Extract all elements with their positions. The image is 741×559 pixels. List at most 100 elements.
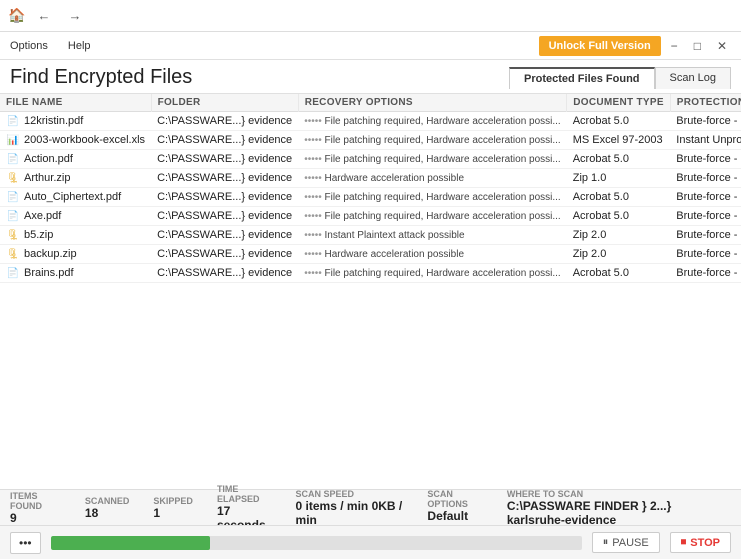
pause-button[interactable]: ⏸ PAUSE <box>592 532 660 553</box>
filename-text: Brains.pdf <box>24 267 74 279</box>
cell-filename: 🗜 b5.zip <box>0 226 151 245</box>
recovery-text: File patching required, Hardware acceler… <box>324 192 560 203</box>
home-icon[interactable]: 🏠 <box>8 7 25 24</box>
file-type-icon: 📄 <box>6 266 20 280</box>
col-header-protection: PROTECTION <box>670 94 741 112</box>
recovery-text: File patching required, Hardware acceler… <box>324 211 560 222</box>
tab-protected-files-found[interactable]: Protected Files Found <box>509 67 655 89</box>
file-type-icon: 🗜 <box>6 247 20 261</box>
scan-speed-label: SCAN SPEED <box>296 489 355 499</box>
back-button[interactable]: ← <box>31 5 56 26</box>
cell-folder: C:\PASSWARE...} evidence <box>151 169 298 188</box>
cell-filename: 📄 Auto_Ciphertext.pdf <box>0 188 151 207</box>
cell-protection: Brute-force - Slow <box>670 245 741 264</box>
filename-text: 12kristin.pdf <box>24 115 83 127</box>
filename-text: Arthur.zip <box>24 172 70 184</box>
recovery-text: Instant Plaintext attack possible <box>324 230 464 241</box>
page-tabs: Protected Files Found Scan Log <box>509 67 731 89</box>
cell-protection: Brute-force - Medium <box>670 112 741 131</box>
cell-recovery: ••••• Instant Plaintext attack possible <box>298 226 567 245</box>
file-type-icon: 📄 <box>6 190 20 204</box>
cell-filename: 🗜 backup.zip <box>0 245 151 264</box>
recovery-dots: ••••• <box>304 116 324 127</box>
title-bar: 🏠 ← → <box>0 0 741 32</box>
table-header-row: FILE NAME FOLDER RECOVERY OPTIONS DOCUME… <box>0 94 741 112</box>
pause-label: PAUSE <box>612 537 648 549</box>
cell-folder: C:\PASSWARE...} evidence <box>151 150 298 169</box>
cell-recovery: ••••• File patching required, Hardware a… <box>298 131 567 150</box>
table-row[interactable]: 📄 12kristin.pdf C:\PASSWARE...} evidence… <box>0 112 741 131</box>
progress-fill <box>51 536 210 550</box>
table-row[interactable]: 🗜 backup.zip C:\PASSWARE...} evidence ••… <box>0 245 741 264</box>
close-button[interactable]: ✕ <box>711 37 733 55</box>
cell-folder: C:\PASSWARE...} evidence <box>151 131 298 150</box>
cell-protection: Brute-force - Medium <box>670 188 741 207</box>
skipped-value: 1 <box>153 506 160 520</box>
cell-folder: C:\PASSWARE...} evidence <box>151 264 298 283</box>
filename-text: Auto_Ciphertext.pdf <box>24 191 121 203</box>
recovery-dots: ••••• <box>304 230 324 241</box>
recovery-text: Hardware acceleration possible <box>324 249 464 260</box>
cell-recovery: ••••• File patching required, Hardware a… <box>298 112 567 131</box>
cell-doctype: Acrobat 5.0 <box>567 264 671 283</box>
unlock-full-version-button[interactable]: Unlock Full Version <box>539 36 661 56</box>
cell-filename: 📄 Brains.pdf <box>0 264 151 283</box>
minimize-button[interactable]: − <box>665 37 684 55</box>
help-menu[interactable]: Help <box>66 36 93 56</box>
options-menu[interactable]: Options <box>8 36 50 56</box>
table-row[interactable]: 🗜 b5.zip C:\PASSWARE...} evidence ••••• … <box>0 226 741 245</box>
table-row[interactable]: 📄 Brains.pdf C:\PASSWARE...} evidence ••… <box>0 264 741 283</box>
scan-options-value: Default <box>427 509 468 523</box>
cell-folder: C:\PASSWARE...} evidence <box>151 188 298 207</box>
menu-bar-right: Unlock Full Version − □ ✕ <box>539 36 733 56</box>
menu-bar-left: Options Help <box>8 36 93 56</box>
status-bar: ITEMS FOUND 9 SCANNED 18 SKIPPED 1 TIME … <box>0 489 741 525</box>
table-row[interactable]: 🗜 Arthur.zip C:\PASSWARE...} evidence ••… <box>0 169 741 188</box>
col-header-recovery: RECOVERY OPTIONS <box>298 94 567 112</box>
filename-text: 2003-workbook-excel.xls <box>24 134 145 146</box>
cell-protection: Brute-force - Medium <box>670 150 741 169</box>
cell-recovery: ••••• File patching required, Hardware a… <box>298 150 567 169</box>
recovery-dots: ••••• <box>304 211 324 222</box>
table-row[interactable]: 📄 Auto_Ciphertext.pdf C:\PASSWARE...} ev… <box>0 188 741 207</box>
menu-bar: Options Help Unlock Full Version − □ ✕ <box>0 32 741 60</box>
stat-scan-speed: SCAN SPEED 0 items / min 0KB / min <box>296 489 404 527</box>
cell-folder: C:\PASSWARE...} evidence <box>151 226 298 245</box>
stop-button[interactable]: ⏹ STOP <box>670 532 731 553</box>
table-row[interactable]: 📄 Action.pdf C:\PASSWARE...} evidence ••… <box>0 150 741 169</box>
recovery-dots: ••••• <box>304 268 324 279</box>
scan-speed-value: 0 items / min 0KB / min <box>296 499 404 527</box>
page-title: Find Encrypted Files <box>10 66 192 89</box>
cell-protection: Brute-force - Medium <box>670 207 741 226</box>
filename-text: Axe.pdf <box>24 210 61 222</box>
cell-doctype: Zip 1.0 <box>567 169 671 188</box>
recovery-dots: ••••• <box>304 135 324 146</box>
cell-filename: 📄 Action.pdf <box>0 150 151 169</box>
table-row[interactable]: 📄 Axe.pdf C:\PASSWARE...} evidence •••••… <box>0 207 741 226</box>
stat-scanned: SCANNED 18 <box>85 496 130 520</box>
col-header-folder: FOLDER <box>151 94 298 112</box>
items-found-label: ITEMS FOUND <box>10 491 61 511</box>
tab-scan-log[interactable]: Scan Log <box>655 67 731 89</box>
scanned-label: SCANNED <box>85 496 130 506</box>
recovery-dots: ••••• <box>304 154 324 165</box>
maximize-button[interactable]: □ <box>688 37 707 55</box>
scan-options-label: SCAN OPTIONS <box>427 489 482 509</box>
cell-doctype: Zip 2.0 <box>567 226 671 245</box>
recovery-text: File patching required, Hardware acceler… <box>324 154 560 165</box>
table-row[interactable]: 📊 2003-workbook-excel.xls C:\PASSWARE...… <box>0 131 741 150</box>
recovery-text: Hardware acceleration possible <box>324 173 464 184</box>
title-bar-left: 🏠 ← → <box>8 5 87 26</box>
stat-where-to-scan: WHERE TO SCAN C:\PASSWARE FINDER } 2...}… <box>507 489 731 527</box>
recovery-dots: ••••• <box>304 249 324 260</box>
file-type-icon: 📄 <box>6 209 20 223</box>
cell-doctype: MS Excel 97-2003 <box>567 131 671 150</box>
cell-recovery: ••••• Hardware acceleration possible <box>298 169 567 188</box>
stop-label: STOP <box>690 537 720 549</box>
cell-protection: Brute-force - Medium <box>670 169 741 188</box>
forward-button[interactable]: → <box>62 5 87 26</box>
dots-button[interactable]: ••• <box>10 532 41 554</box>
col-header-filename: FILE NAME <box>0 94 151 112</box>
scanned-value: 18 <box>85 506 98 520</box>
file-table: FILE NAME FOLDER RECOVERY OPTIONS DOCUME… <box>0 94 741 283</box>
